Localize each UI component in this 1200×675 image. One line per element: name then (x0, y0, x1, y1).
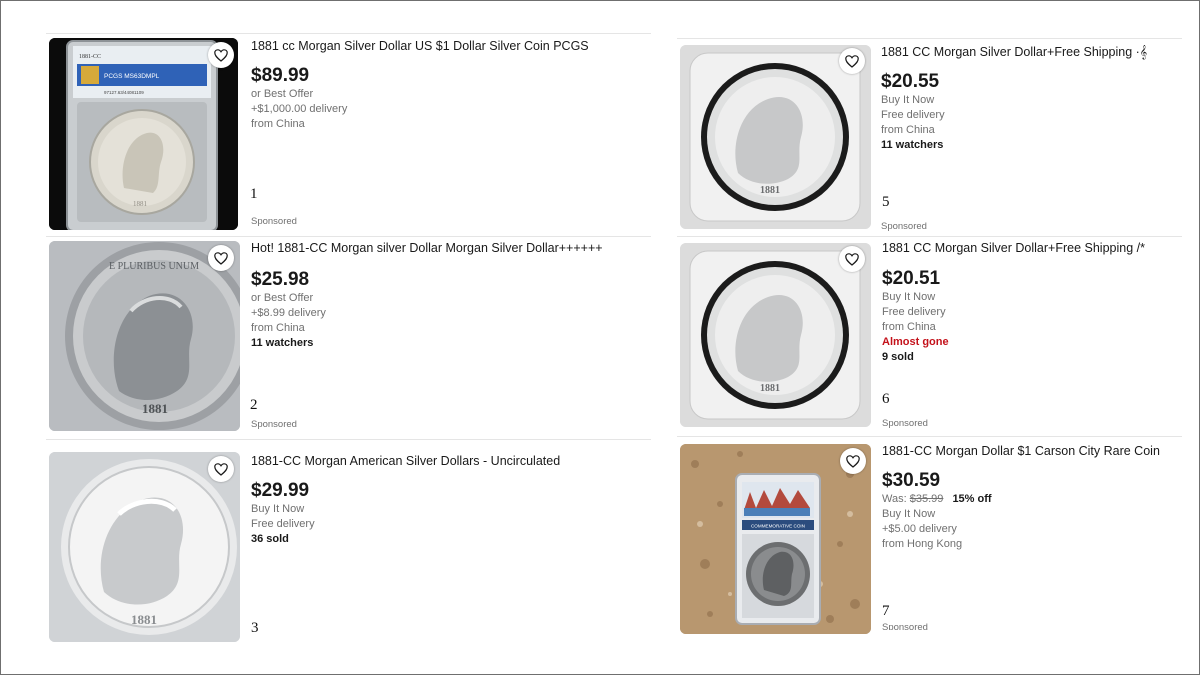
listing-image[interactable]: 1881 (49, 452, 240, 642)
location-text: from China (881, 124, 935, 136)
listing-number: 7 (882, 603, 890, 619)
listing-card[interactable]: 1881-CC PCGS MS63DMPL 97127.63/44081109 … (46, 33, 651, 234)
heart-icon (214, 462, 228, 476)
coin-bright-image: 1881 (49, 452, 240, 642)
buy-it-now-text: Buy It Now (251, 503, 305, 515)
listing-price: $20.51 (882, 268, 941, 289)
listing-card[interactable]: COMMEMORATIVE COIN 1881-CC Morgan Dollar… (677, 436, 1182, 637)
listing-card[interactable]: 1881 E PLURIBUS UNUM Hot! 1881-CC Morgan… (46, 236, 651, 437)
listing-title[interactable]: Hot! 1881-CC Morgan silver Dollar Morgan… (251, 241, 603, 256)
sponsored-label: Sponsored (882, 418, 928, 429)
watchlist-heart-button[interactable] (208, 245, 234, 271)
listing-price: $89.99 (251, 65, 310, 86)
coin-closeup-image: 1881 E PLURIBUS UNUM (49, 241, 240, 431)
coin-year: 1881 (760, 383, 780, 394)
watchlist-heart-button[interactable] (839, 246, 865, 272)
buy-it-now-text: Buy It Now (881, 94, 935, 106)
coin-in-holder-image: 1881 (680, 243, 871, 427)
sponsored-label: Sponsored (251, 216, 297, 227)
listing-info: 1881-CC Morgan Dollar $1 Carson City Rar… (882, 444, 1160, 552)
listing-card[interactable]: 1881 1881-CC Morgan American Silver Doll… (46, 439, 651, 650)
listing-info: 1881-CC Morgan American Silver Dollars -… (251, 454, 560, 547)
listing-price: $29.99 (251, 480, 310, 501)
listing-info: 1881 CC Morgan Silver Dollar+Free Shippi… (881, 45, 1147, 153)
commemorative-slab-image: COMMEMORATIVE COIN (680, 444, 871, 634)
listing-title[interactable]: 1881 cc Morgan Silver Dollar US $1 Dolla… (251, 39, 589, 54)
location-text: from China (251, 322, 305, 334)
sponsored-label: Sponsored (881, 221, 927, 232)
was-price-line: Was: $35.99 15% off (882, 492, 1160, 507)
coin-in-holder-image: 1881 (680, 45, 871, 229)
slab-cert-number: 97127.63/44081109 (104, 90, 144, 95)
location-text: from Hong Kong (882, 538, 963, 550)
sold-count: 9 sold (882, 351, 914, 363)
coin-year: 1881 (760, 185, 780, 196)
sold-count: 36 sold (251, 533, 289, 545)
coin-year: 1881 (131, 612, 157, 627)
listing-image[interactable]: 1881 (680, 243, 871, 427)
was-price: $35.99 (909, 493, 944, 505)
coin-year: 1881 (133, 200, 148, 208)
delivery-text: +$1,000.00 delivery (251, 103, 348, 115)
listing-number: 1 (250, 186, 258, 202)
delivery-text: Free delivery (251, 518, 315, 530)
listing-info: 1881 cc Morgan Silver Dollar US $1 Dolla… (251, 39, 589, 132)
listing-title[interactable]: 1881 CC Morgan Silver Dollar+Free Shippi… (881, 45, 1147, 60)
listing-number: 3 (251, 620, 259, 636)
delivery-text: Free delivery (881, 109, 945, 121)
listing-card[interactable]: 1881 1881 CC Morgan Silver Dollar+Free S… (677, 236, 1182, 437)
slab-grade-label: PCGS MS63DMPL (104, 73, 160, 80)
slabbed-coin-pcgs-image: 1881-CC PCGS MS63DMPL 97127.63/44081109 … (49, 38, 238, 230)
listing-price: $30.59 (882, 470, 941, 491)
buy-it-now-text: Buy It Now (882, 508, 936, 520)
watchlist-heart-button[interactable] (840, 448, 866, 474)
slab-label: COMMEMORATIVE COIN (751, 524, 805, 529)
listing-image[interactable]: COMMEMORATIVE COIN (680, 444, 871, 634)
best-offer-text: or Best Offer (251, 292, 314, 304)
coin-year: 1881 (142, 401, 168, 416)
listing-number: 6 (882, 391, 890, 407)
heart-icon (846, 454, 860, 468)
almost-gone-badge: Almost gone (882, 336, 949, 348)
slab-top-label: 1881-CC (79, 54, 101, 60)
listing-price: $20.55 (881, 71, 940, 92)
listing-image[interactable]: 1881-CC PCGS MS63DMPL 97127.63/44081109 … (49, 38, 238, 230)
listing-card[interactable]: 1881 1881 CC Morgan Silver Dollar+Free S… (677, 38, 1182, 237)
sponsored-label: Sponsored (882, 622, 928, 630)
listing-title[interactable]: 1881-CC Morgan Dollar $1 Carson City Rar… (882, 444, 1160, 459)
listing-number: 5 (882, 194, 890, 210)
location-text: from China (251, 118, 305, 130)
listing-info: Hot! 1881-CC Morgan silver Dollar Morgan… (251, 241, 603, 351)
best-offer-text: or Best Offer (251, 88, 314, 100)
buy-it-now-text: Buy It Now (882, 291, 936, 303)
heart-icon (214, 48, 228, 62)
listing-price: $25.98 (251, 269, 310, 290)
heart-icon (214, 251, 228, 265)
delivery-text: Free delivery (882, 306, 946, 318)
discount-badge: 15% off (952, 493, 992, 505)
heart-icon (845, 54, 859, 68)
sponsored-label: Sponsored (251, 419, 297, 430)
listing-image[interactable]: 1881 (680, 45, 871, 229)
watchers-count: 11 watchers (881, 139, 944, 151)
watchlist-heart-button[interactable] (208, 42, 234, 68)
delivery-text: +$5.00 delivery (882, 523, 957, 535)
listing-title[interactable]: 1881-CC Morgan American Silver Dollars -… (251, 454, 560, 469)
watchlist-heart-button[interactable] (839, 48, 865, 74)
watchlist-heart-button[interactable] (208, 456, 234, 482)
watchers-count: 11 watchers (251, 337, 314, 349)
heart-icon (845, 252, 859, 266)
listing-info: 1881 CC Morgan Silver Dollar+Free Shippi… (882, 241, 1145, 365)
location-text: from China (882, 321, 936, 333)
listing-number: 2 (250, 397, 258, 413)
delivery-text: +$8.99 delivery (251, 307, 326, 319)
listing-title[interactable]: 1881 CC Morgan Silver Dollar+Free Shippi… (882, 241, 1145, 256)
listing-image[interactable]: 1881 E PLURIBUS UNUM (49, 241, 240, 431)
coin-legend: E PLURIBUS UNUM (109, 261, 199, 272)
was-label: Was: (882, 493, 907, 505)
